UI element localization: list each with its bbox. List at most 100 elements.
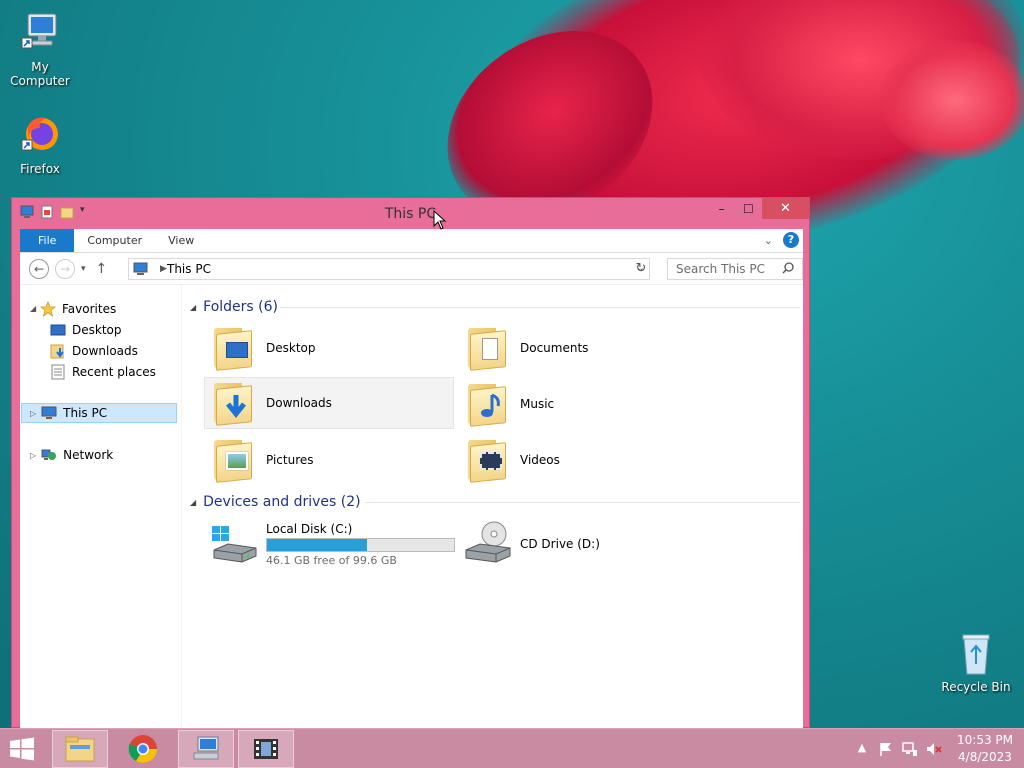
group-divider — [365, 502, 800, 503]
clock[interactable]: 10:53 PM 4/8/2023 — [946, 732, 1024, 766]
title-bar[interactable]: ▾ This PC – ☐ ✕ — [12, 198, 809, 228]
folder-documents[interactable]: Documents — [459, 322, 709, 374]
taskbar-chrome[interactable] — [115, 730, 171, 768]
clock-time: 10:53 PM — [957, 733, 1013, 747]
computer-icon — [133, 262, 149, 279]
taskbar-video-app[interactable] — [238, 730, 294, 768]
nav-item-this-pc[interactable]: ▷ This PC — [21, 403, 177, 423]
videos-folder-icon — [464, 436, 512, 484]
downloads-folder-icon — [210, 379, 258, 427]
help-button[interactable]: ? — [783, 232, 799, 248]
desktop-icon-label: Firefox — [20, 162, 60, 176]
minimize-button[interactable]: – — [708, 198, 735, 219]
desktop-folder-icon — [210, 324, 258, 372]
nav-item-label: Recent places — [72, 365, 156, 379]
desktop-icon — [50, 322, 66, 338]
drive-usage-bar — [266, 537, 455, 552]
cd-drive-icon — [464, 520, 512, 568]
tab-computer[interactable]: Computer — [74, 229, 155, 252]
back-button[interactable]: ← — [29, 259, 49, 279]
network-status-icon[interactable] — [902, 741, 918, 757]
ribbon-tabs: File Computer View ⌄ ? — [20, 229, 803, 253]
computer-icon — [193, 736, 219, 760]
group-title: Folders (6) — [203, 299, 278, 315]
folder-downloads[interactable]: Downloads — [204, 377, 454, 429]
taskbar-computer[interactable] — [178, 730, 234, 768]
group-title: Devices and drives (2) — [203, 494, 361, 510]
drive-details: Local Disk (C:) 46.1 GB free of 99.6 GB — [266, 522, 455, 567]
search-icon — [782, 262, 794, 277]
address-bar-row: ← → ▾ ↑ ▶ This PC ⌄ ↻ Search This PC — [20, 253, 803, 285]
folders-group-header[interactable]: ◢ Folders (6) — [190, 297, 278, 317]
drives-group-header[interactable]: ◢ Devices and drives (2) — [190, 492, 361, 512]
folder-desktop[interactable]: Desktop — [205, 322, 455, 374]
desktop-icon-my-computer[interactable]: My Computer — [0, 10, 80, 88]
tab-view[interactable]: View — [155, 229, 207, 252]
desktop-icon-firefox[interactable]: Firefox — [0, 112, 80, 176]
folder-pictures[interactable]: Pictures — [205, 434, 455, 486]
clock-date: 4/8/2023 — [958, 750, 1012, 764]
expand-icon[interactable]: ▷ — [30, 451, 36, 460]
tab-file[interactable]: File — [20, 229, 75, 252]
nav-item-desktop[interactable]: Desktop — [50, 320, 122, 340]
nav-item-label: Desktop — [72, 323, 122, 337]
nav-item-label: This PC — [63, 406, 108, 420]
maximize-button[interactable]: ☐ — [735, 198, 762, 219]
action-center-flag-icon[interactable] — [878, 741, 894, 757]
folder-name: Music — [520, 397, 555, 411]
window-title: This PC — [384, 206, 437, 222]
folder-name: Downloads — [266, 396, 332, 410]
desktop-icon-label: Recycle Bin — [941, 680, 1011, 694]
pictures-folder-icon — [210, 436, 258, 484]
chrome-icon — [128, 735, 157, 763]
start-button[interactable] — [8, 737, 36, 761]
nav-item-label: Favorites — [62, 302, 117, 316]
downloads-icon — [50, 343, 66, 359]
forward-button[interactable]: → — [55, 259, 75, 279]
show-hidden-icons-icon[interactable]: ▲ — [854, 741, 870, 757]
music-folder-icon — [464, 380, 512, 428]
expand-ribbon-icon[interactable]: ⌄ — [764, 234, 773, 247]
collapse-icon[interactable]: ◢ — [190, 498, 196, 507]
nav-item-label: Downloads — [72, 344, 138, 358]
wallpaper-petal — [880, 40, 1024, 160]
nav-item-downloads[interactable]: Downloads — [50, 341, 138, 361]
folder-name: Pictures — [266, 453, 314, 467]
up-button[interactable]: ↑ — [96, 261, 108, 277]
desktop-icon-recycle-bin[interactable]: Recycle Bin — [936, 630, 1016, 694]
nav-item-recent-places[interactable]: Recent places — [50, 362, 156, 382]
firefox-icon — [16, 112, 64, 160]
breadcrumb[interactable]: This PC — [167, 262, 211, 276]
address-field[interactable]: ▶ This PC ⌄ — [128, 258, 650, 280]
expand-icon[interactable]: ▷ — [30, 409, 36, 418]
volume-muted-icon[interactable] — [926, 741, 942, 757]
drive-cd-drive-d[interactable]: CD Drive (D:) — [459, 517, 709, 571]
drive-name: Local Disk (C:) — [266, 521, 353, 536]
nav-item-label: Network — [63, 448, 114, 462]
collapse-icon[interactable]: ◢ — [190, 303, 196, 312]
nav-item-favorites[interactable]: Favorites — [39, 299, 117, 319]
desktop-icon-label: My Computer — [10, 60, 70, 88]
close-button[interactable]: ✕ — [762, 198, 809, 219]
folder-name: Documents — [520, 341, 589, 355]
collapse-icon[interactable]: ◢ — [30, 304, 36, 313]
folder-name: Videos — [520, 453, 560, 467]
drive-local-disk-c[interactable]: Local Disk (C:) 46.1 GB free of 99.6 GB — [205, 517, 455, 571]
taskbar-file-explorer[interactable] — [52, 730, 108, 768]
group-divider — [280, 307, 800, 308]
film-icon — [254, 739, 278, 759]
nav-item-network[interactable]: ▷ Network — [30, 445, 113, 465]
hard-drive-icon — [210, 520, 258, 568]
breadcrumb-separator-icon[interactable]: ▶ — [160, 264, 167, 274]
refresh-button[interactable]: ↻ — [632, 261, 650, 279]
window-client: File Computer View ⌄ ? ← → ▾ ↑ ▶ This PC — [20, 229, 803, 729]
navigation-pane: ◢ Favorites Desktop Downloads Recent pla… — [20, 285, 182, 729]
drive-name: CD Drive (D:) — [520, 537, 600, 551]
computer-icon — [16, 10, 64, 58]
windows-logo-icon — [10, 737, 34, 761]
recent-locations-icon[interactable]: ▾ — [81, 264, 86, 274]
ribbon-right: ⌄ ? — [764, 232, 799, 248]
system-tray: ▲ 10:53 PM 4/8/2023 — [850, 729, 1024, 768]
folder-music[interactable]: Music — [459, 378, 709, 430]
folder-videos[interactable]: Videos — [459, 434, 709, 486]
